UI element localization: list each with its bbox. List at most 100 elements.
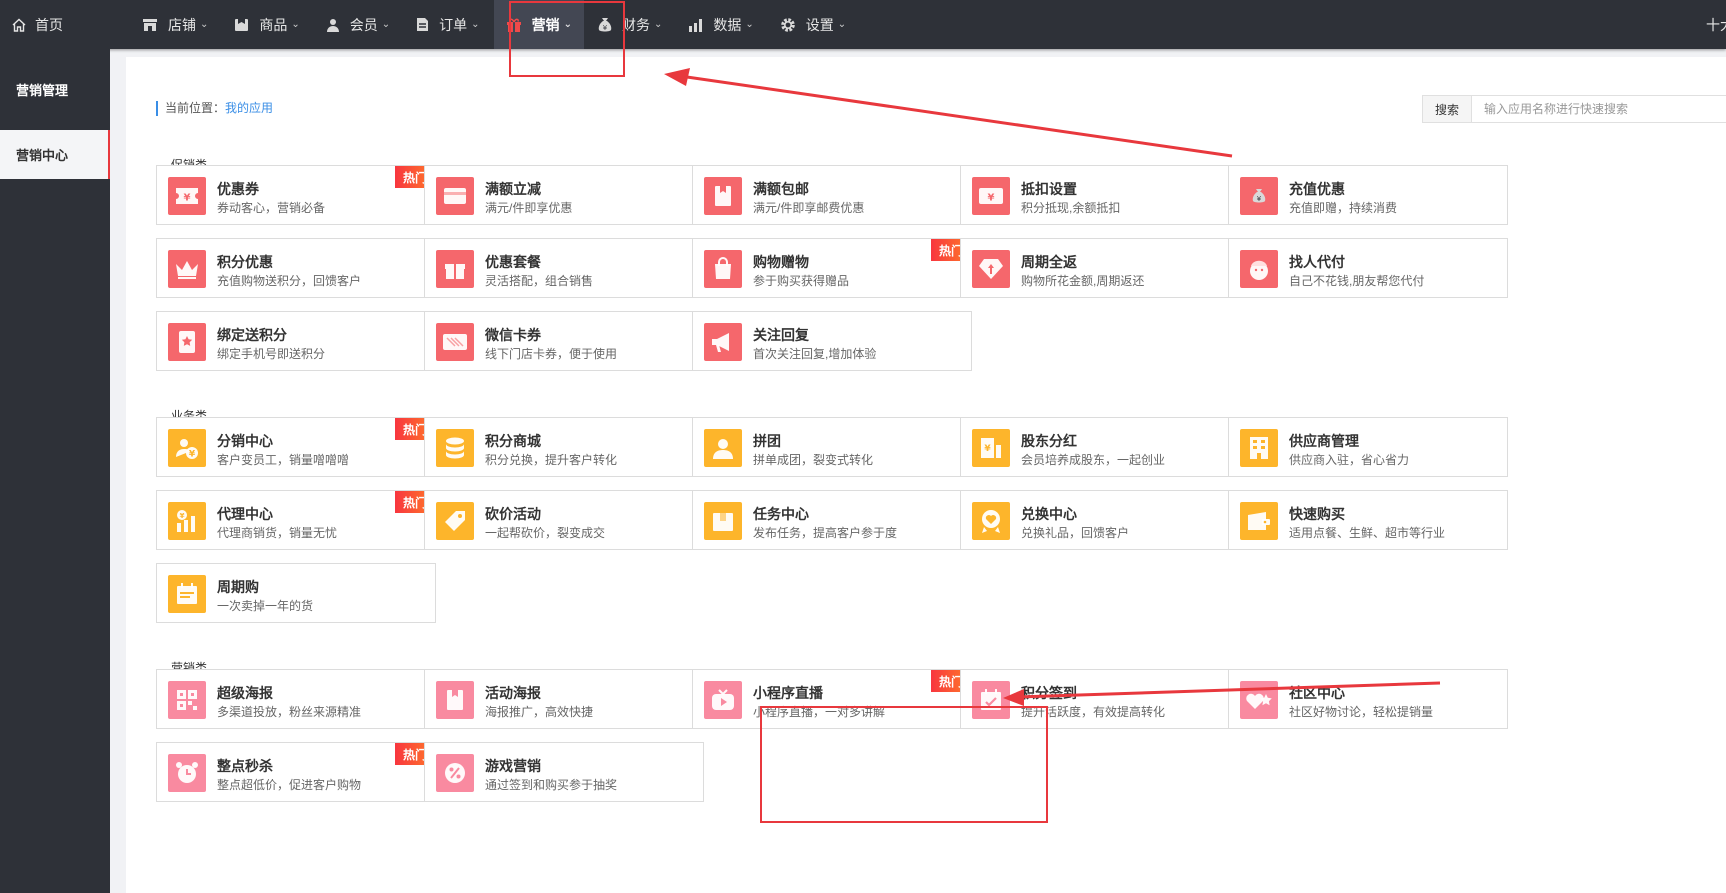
sidebar-item-marketing-center[interactable]: 营销中心 [0,130,110,179]
chevron-down-icon: ⌄ [200,19,209,30]
app-title: 股东分红 [1021,433,1077,449]
search-label[interactable]: 搜索 [1423,96,1472,122]
app-card[interactable]: 周期购 一次卖掉一年的货 [156,563,436,623]
breadcrumb: 当前位置：我的应用 [156,101,273,116]
sidebar-item-marketing-management[interactable]: 营销管理 [0,65,110,114]
nav-item-data[interactable]: 数据 ⌄ [676,0,765,49]
app-title: 优惠套餐 [485,254,541,270]
app-title: 小程序直播 [753,685,823,701]
app-description: 线下门店卡券，便于使用 [485,347,618,361]
svg-text:¥: ¥ [180,512,185,520]
app-card[interactable]: 任务中心 发布任务，提高客户参于度 [692,490,972,550]
app-card[interactable]: 拼团 拼单成团，裂变式转化 [692,417,972,477]
app-card[interactable]: 供应商管理 供应商入驻，省心省力 [1228,417,1508,477]
calendar-list-icon [168,575,206,613]
app-card[interactable]: ¥ 分销中心 客户变员工，销量噌噌噌 热门 [156,417,436,477]
svg-text:¥: ¥ [184,193,191,204]
app-description: 拼单成团，裂变式转化 [753,453,874,467]
app-card[interactable]: 绑定送积分绑定手机号即送积分 [156,311,436,371]
app-card[interactable]: 砍价活动 一起帮砍价，裂变成交 [424,490,704,550]
search-input[interactable] [1472,96,1726,122]
app-title: 满额包邮 [753,181,809,197]
sidebar-item-label: 营销中心 [16,148,69,163]
nav-home[interactable]: 首页 [0,0,110,49]
chevron-down-icon: ⌄ [471,19,480,30]
app-card[interactable]: 快速购买 适用点餐、生鲜、超市等行业 [1228,490,1508,550]
app-card[interactable]: 积分签到 提升活跃度，有效提高转化 [960,669,1240,729]
app-card[interactable]: 优惠套餐灵活搭配，组合销售 [424,238,704,298]
app-card[interactable]: 购物赠物 参于购买获得赠品 热门 [692,238,972,298]
money-bag-icon: ¥ [1240,177,1278,215]
nav-item-label: 会员 [349,16,378,33]
svg-text:¥: ¥ [984,444,991,454]
app-card[interactable]: 周期全返购物所花金额,周期返还 [960,238,1240,298]
money-bag-icon: ¥ [598,17,612,33]
app-title: 兑换中心 [1021,506,1077,522]
app-description: 绑定手机号即送积分 [217,347,326,361]
gift-box-icon [436,250,474,288]
app-title: 周期购 [217,579,259,595]
nav-item-finance[interactable]: ¥ 财务 ⌄ [586,0,674,49]
app-card[interactable]: 关注回复 首次关注回复,增加体验 [692,311,972,371]
nav-right-text: 十大 [1706,16,1726,33]
app-card[interactable]: 满额立减满元/件即享优惠 [424,165,704,225]
quick-buy-icon [1240,502,1278,540]
app-title: 供应商管理 [1289,433,1359,449]
app-card[interactable]: 兑换中心 兑换礼品，回馈客户 [960,490,1240,550]
app-title: 满额立减 [485,181,541,197]
app-card[interactable]: 超级海报 多渠道投放，粉丝来源精准 [156,669,436,729]
nav-item-order[interactable]: 订单 ⌄ [404,0,491,49]
nav-item-store[interactable]: 店铺 ⌄ [130,0,220,49]
group-icon [704,429,742,467]
app-description: 满元/件即享优惠 [485,201,573,215]
app-card[interactable]: 积分优惠 充值购物送积分，回馈客户 [156,238,436,298]
nav-item-goods[interactable]: 商品 ⌄ [222,0,311,49]
app-description: 灵活搭配，组合销售 [485,274,594,288]
app-title: 周期全返 [1021,254,1077,270]
app-card[interactable]: ¥ 股东分红会员培养成股东，一起创业 [960,417,1240,477]
tv-play-icon [704,681,742,719]
coins-icon [436,429,474,467]
nav-item-label: 财务 [621,16,650,33]
app-card[interactable]: ¥ 抵扣设置 积分抵现,余额抵扣 [960,165,1240,225]
app-card[interactable]: 微信卡券 线下门店卡券，便于使用 [424,311,704,371]
nav-item-member[interactable]: 会员 ⌄ [314,0,402,49]
app-title: 绑定送积分 [217,327,287,343]
top-navigation-bar: 首页 店铺⌄商品⌄会员⌄订单⌄营销⌄¥财务⌄数据⌄设置⌄ 十大 [0,0,1726,49]
app-card[interactable]: 游戏营销 通过签到和购买参于抽奖 [424,742,704,802]
nav-item-settings[interactable]: 设置 ⌄ [768,0,858,49]
app-card[interactable]: 小程序直播 小程序直播，一对多讲解 热门 [692,669,972,729]
chevron-down-icon: ⌄ [291,19,300,30]
app-title: 快速购买 [1289,506,1345,522]
nav-item-marketing[interactable]: 营销 ⌄ [493,0,584,49]
app-card[interactable]: 满额包邮 满元/件即享邮费优惠 [692,165,972,225]
app-card[interactable]: 社区中心 社区好物讨论，轻松提销量 [1228,669,1508,729]
app-description: 发布任务，提高客户参于度 [753,526,898,540]
app-description: 购物所花金额,周期返还 [1021,274,1145,288]
app-card[interactable]: 整点秒杀 整点超低价，促进客户购物 热门 [156,742,436,802]
svg-text:¥: ¥ [1257,195,1262,203]
gift-icon [506,17,522,33]
yuan-card-icon: ¥ [972,177,1010,215]
price-tag-icon [436,502,474,540]
app-description: 通过签到和购买参于抽奖 [485,778,618,792]
app-card[interactable]: ¥ 代理中心 代理商销货，销量无忧 热门 [156,490,436,550]
svg-text:¥: ¥ [603,24,608,32]
dividend-icon: ¥ [972,429,1010,467]
app-card[interactable]: ¥ 优惠券 券动客心，营销必备 热门 [156,165,436,225]
nav-item-label: 店铺 [168,16,196,33]
app-title: 积分优惠 [217,254,273,270]
breadcrumb-link-my-apps[interactable]: 我的应用 [225,101,273,115]
app-title: 社区中心 [1289,685,1345,701]
nav-item-label: 商品 [259,16,288,33]
nav-menu: 店铺 ⌄ 商品 ⌄ 会员 ⌄ 订单 ⌄ 营销 ⌄ ¥ 财务 ⌄ 数据 ⌄ 设置 ⌄ [130,0,860,49]
app-card[interactable]: 活动海报 海报推广，高效快捷 [424,669,704,729]
app-card[interactable]: 找人代付 自己不花钱,朋友帮您代付 [1228,238,1508,298]
app-card[interactable]: 积分商城 积分兑换，提升客户转化 [424,417,704,477]
app-description: 积分抵现,余额抵扣 [1021,201,1121,215]
app-description: 会员培养成股东，一起创业 [1021,453,1166,467]
main-content: 当前位置：我的应用 搜索 促销类 业务类 营销类 ¥优惠券券动客心，营销必备热门… [126,57,1726,893]
app-description: 提升活跃度，有效提高转化 [1021,705,1166,719]
app-card[interactable]: ¥ 充值优惠 充值即赠，持续消费 [1228,165,1508,225]
app-description: 券动客心，营销必备 [217,201,326,215]
